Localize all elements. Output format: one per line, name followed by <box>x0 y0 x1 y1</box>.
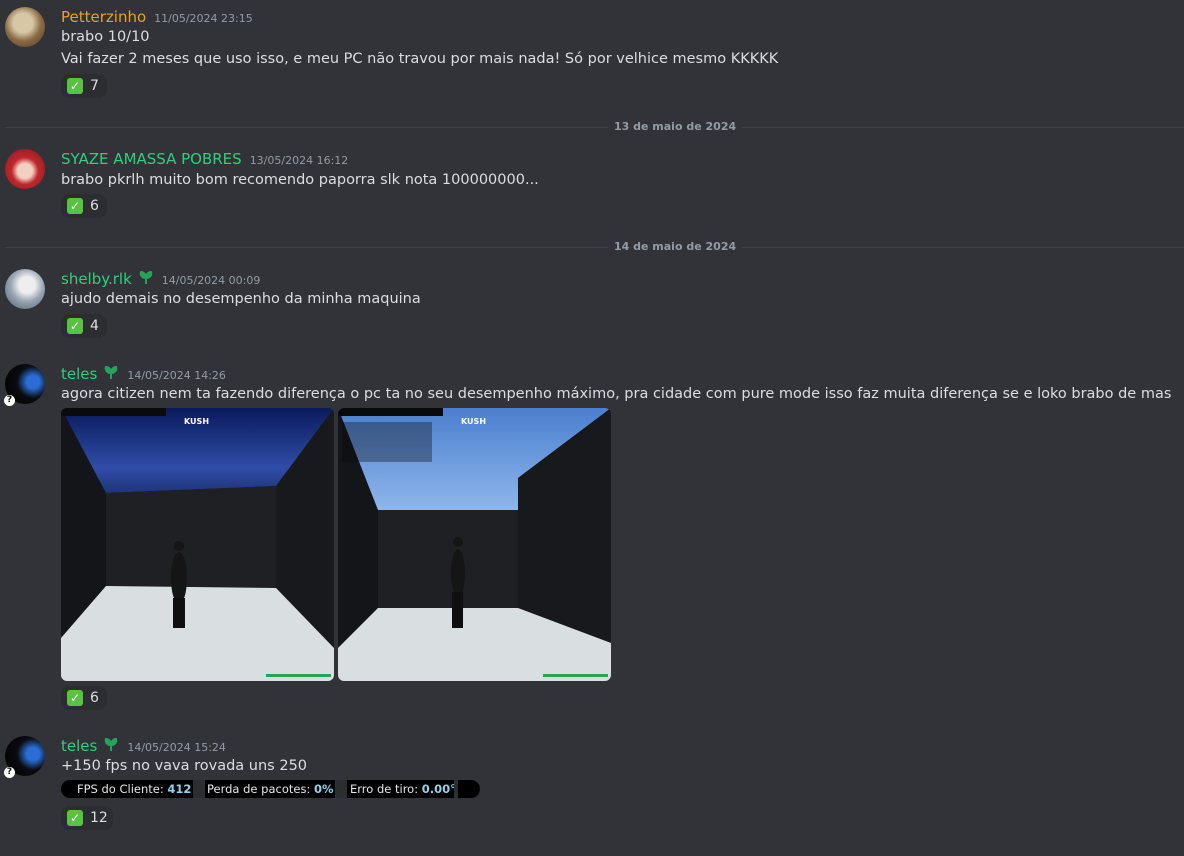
game-screenshot-image: KUSH <box>338 408 611 681</box>
stat-fps: FPS do Cliente: 412 <box>77 782 191 796</box>
check-icon: ✓ <box>67 198 83 214</box>
date-divider-label: 14 de maio de 2024 <box>608 240 743 253</box>
message-text: brabo 10/10 <box>61 29 150 45</box>
message-text: agora citizen nem ta fazendo diferença o… <box>61 386 1172 402</box>
author-name[interactable]: shelby.rlk <box>61 270 132 288</box>
author-name[interactable]: SYAZE AMASSA POBRES <box>61 150 242 168</box>
stat-separator <box>454 780 458 798</box>
timestamp: 14/05/2024 15:24 <box>127 741 226 754</box>
game-screenshot-image: KUSH <box>61 408 334 681</box>
sprout-icon <box>139 270 153 285</box>
stat-value: 0.00° <box>421 782 456 796</box>
sprout-icon <box>105 737 118 752</box>
reaction-count: 6 <box>90 690 99 706</box>
stat-separator <box>193 780 205 798</box>
stat-value: 0% <box>313 782 334 796</box>
reaction-count: 7 <box>90 78 99 94</box>
check-icon: ✓ <box>67 318 83 334</box>
check-icon: ✓ <box>67 810 83 826</box>
message-header: shelby.rlk 14/05/2024 00:09 <box>61 270 260 288</box>
check-icon: ✓ <box>67 78 83 94</box>
message-header: SYAZE AMASSA POBRES 13/05/2024 16:12 <box>61 150 348 168</box>
avatar[interactable] <box>5 269 45 309</box>
timestamp: 13/05/2024 16:12 <box>249 154 349 167</box>
stat-value: 412 <box>167 782 192 796</box>
unknown-status-icon: ? <box>4 767 15 778</box>
kush-logo: KUSH <box>461 417 486 426</box>
image-attachment[interactable]: KUSH <box>338 408 611 681</box>
reaction-button[interactable]: ✓ 12 <box>61 806 113 830</box>
stat-label: Perda de pacotes: <box>207 782 311 796</box>
reaction-count: 6 <box>90 198 99 214</box>
stat-shot-error: Erro de tiro: 0.00° <box>350 782 456 796</box>
reaction-button[interactable]: ✓ 6 <box>61 194 107 218</box>
avatar[interactable] <box>5 149 45 189</box>
stat-separator <box>335 780 347 798</box>
check-icon: ✓ <box>67 690 83 706</box>
message-header: Petterzinho 11/05/2024 23:15 <box>61 8 253 26</box>
image-attachment[interactable]: KUSH <box>61 408 334 681</box>
message-text: ajudo demais no desempenho da minha maqu… <box>61 291 421 307</box>
message-header: teles 14/05/2024 14:26 <box>61 365 226 383</box>
reaction-button[interactable]: ✓ 4 <box>61 314 107 338</box>
author-name[interactable]: Petterzinho <box>61 8 146 26</box>
message-text: +150 fps no vava rovada uns 250 <box>61 758 308 774</box>
author-name[interactable]: teles <box>61 737 97 755</box>
reaction-count: 12 <box>90 810 108 826</box>
date-divider <box>5 247 1184 248</box>
stat-label: FPS do Cliente: <box>77 782 164 796</box>
timestamp: 11/05/2024 23:15 <box>154 12 253 25</box>
message-header: teles 14/05/2024 15:24 <box>61 737 226 755</box>
avatar[interactable] <box>5 7 45 47</box>
timestamp: 14/05/2024 14:26 <box>127 369 226 382</box>
reaction-button[interactable]: ✓ 6 <box>61 686 107 710</box>
fps-stats-image[interactable]: FPS do Cliente: 412 Perda de pacotes: 0%… <box>61 780 480 798</box>
unknown-status-icon: ? <box>4 395 15 406</box>
message-text: Vai fazer 2 meses que uso isso, e meu PC… <box>61 51 779 67</box>
sprout-icon <box>105 365 118 380</box>
message-text: brabo pkrlh muito bom recomendo paporra … <box>61 172 539 188</box>
author-name[interactable]: teles <box>61 365 97 383</box>
reaction-count: 4 <box>90 318 99 334</box>
date-divider-label: 13 de maio de 2024 <box>608 120 743 133</box>
timestamp: 14/05/2024 00:09 <box>161 274 261 287</box>
reaction-button[interactable]: ✓ 7 <box>61 74 107 98</box>
stat-packet-loss: Perda de pacotes: 0% <box>207 782 334 796</box>
stat-label: Erro de tiro: <box>350 782 419 796</box>
date-divider <box>5 127 1184 128</box>
kush-logo: KUSH <box>184 417 209 426</box>
